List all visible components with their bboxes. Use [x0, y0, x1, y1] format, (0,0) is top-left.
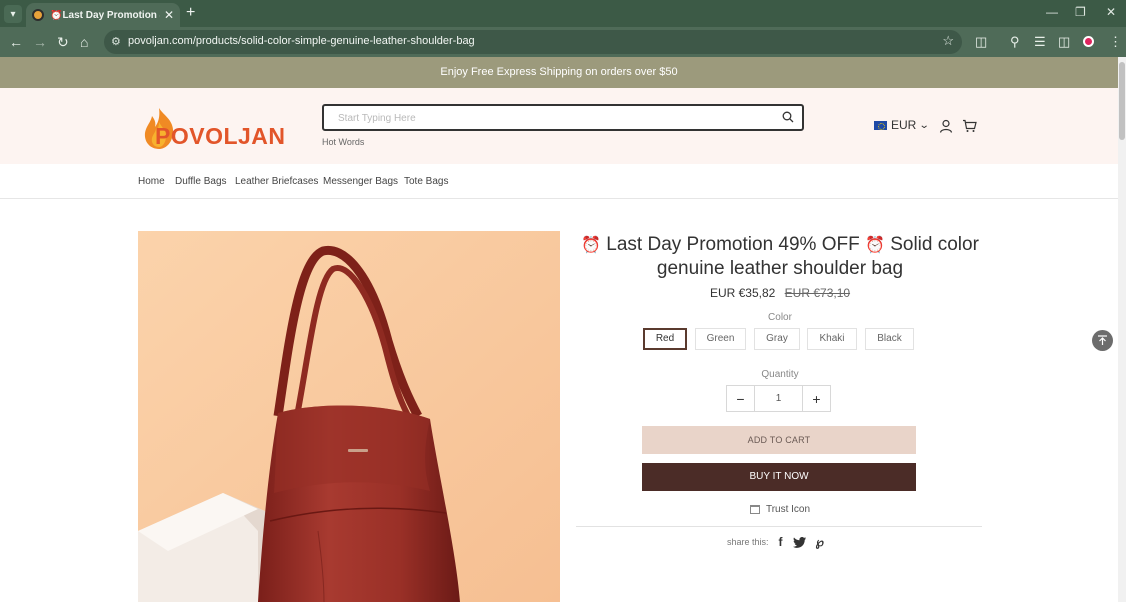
share-row: share this: f ℘ [727, 535, 824, 549]
back-icon[interactable]: ← [9, 34, 23, 50]
color-option-khaki[interactable]: Khaki [807, 328, 857, 350]
tab-list-icon[interactable]: ▾ [4, 5, 22, 23]
nav-messenger-bags[interactable]: Messenger Bags [323, 176, 398, 187]
search-input[interactable] [338, 110, 758, 127]
home-icon[interactable]: ⌂ [80, 34, 88, 50]
nav-tote-bags[interactable]: Tote Bags [404, 176, 448, 187]
color-option-red[interactable]: Red [643, 328, 687, 350]
close-tab-icon[interactable]: ✕ [164, 8, 174, 22]
restore-icon[interactable]: ❐ [1075, 5, 1086, 19]
browser-tab[interactable]: ⏰Last Day Promotion 49% O ✕ [26, 3, 180, 27]
alarm-clock-icon: ⏰ [581, 237, 601, 254]
calendar-icon [749, 504, 760, 514]
close-window-icon[interactable]: ✕ [1106, 5, 1116, 19]
account-icon[interactable] [939, 119, 953, 133]
color-label: Color [768, 312, 792, 323]
currency-selector[interactable]: EUR ⌄ [874, 118, 930, 132]
pinterest-icon[interactable]: ℘ [816, 535, 824, 549]
facebook-icon[interactable]: f [779, 535, 783, 549]
chevron-down-icon: ⌄ [919, 119, 930, 131]
product-title-line2: genuine leather shoulder bag [656, 258, 904, 279]
alarm-clock-icon: ⏰ [865, 237, 885, 254]
color-option-gray[interactable]: Gray [754, 328, 800, 350]
back-to-top-button[interactable] [1092, 330, 1113, 351]
sale-price: EUR €35,82 [709, 286, 776, 300]
eu-flag-icon [874, 120, 887, 130]
address-bar[interactable]: ⚙ povoljan.com/products/solid-color-simp… [104, 30, 962, 54]
quantity-label: Quantity [761, 369, 799, 380]
quantity-increase-button[interactable]: + [803, 386, 830, 411]
reload-icon[interactable]: ↻ [57, 34, 69, 51]
store-logo[interactable]: POVOLJAN [138, 106, 285, 150]
search-icon[interactable] [782, 111, 794, 123]
logo-wordmark: POVOLJAN [155, 123, 286, 149]
product-title: ⏰ Last Day Promotion 49% OFF ⏰ Solid col… [578, 233, 982, 280]
announcement-bar: Enjoy Free Express Shipping on orders ov… [0, 57, 1118, 88]
scrollbar-thumb[interactable] [1119, 62, 1125, 140]
product-title-line1: Last Day Promotion 49% OFF [601, 234, 865, 255]
nav-home[interactable]: Home [138, 176, 165, 187]
main-navigation: Home Duffle Bags Leather Briefcases Mess… [0, 164, 1118, 199]
quantity-value[interactable]: 1 [754, 386, 803, 411]
browser-menu-icon[interactable]: ⋮ [1109, 34, 1122, 50]
labs-flask-icon[interactable]: ⚲ [1010, 34, 1020, 50]
twitter-icon[interactable] [792, 536, 806, 548]
bookmark-star-icon[interactable]: ☆ [942, 33, 954, 49]
arrow-up-icon [1098, 335, 1107, 345]
original-price: EUR €73,10 [784, 286, 851, 300]
site-header: POVOLJAN Hot Words EUR ⌄ [0, 88, 1118, 164]
browser-toolbar: ← → ↻ ⌂ ⚙ povoljan.com/products/solid-co… [0, 27, 1126, 57]
profile-avatar-icon[interactable] [1083, 36, 1094, 47]
color-option-green[interactable]: Green [695, 328, 746, 350]
trust-label: Trust Icon [765, 504, 811, 515]
tab-title: ⏰Last Day Promotion 49% O [50, 9, 160, 21]
url-text[interactable]: povoljan.com/products/solid-color-simple… [128, 35, 475, 47]
currency-label: EUR [891, 118, 917, 132]
new-tab-icon[interactable]: + [186, 4, 195, 22]
side-panel-icon[interactable]: ◫ [1058, 34, 1070, 50]
quantity-stepper: − 1 + [726, 385, 831, 412]
media-queue-icon[interactable]: ☰ [1034, 34, 1046, 50]
site-favicon-icon [32, 9, 44, 21]
extensions-icon[interactable]: ◫ [975, 34, 987, 50]
trust-badge: Trust Icon [578, 504, 982, 515]
color-option-black[interactable]: Black [865, 328, 914, 350]
share-label: share this: [727, 537, 769, 547]
product-title-line1-suffix: Solid color [884, 234, 979, 255]
cart-icon[interactable] [962, 119, 977, 133]
search-box[interactable] [322, 104, 804, 131]
leather-bag-illustration [138, 231, 560, 602]
price-block: EUR €35,82 EUR €73,10 [578, 286, 982, 300]
quantity-decrease-button[interactable]: − [727, 386, 754, 411]
minimize-icon[interactable]: — [1046, 5, 1058, 19]
add-to-cart-button[interactable]: ADD TO CART [642, 426, 916, 454]
forward-icon[interactable]: → [33, 34, 47, 50]
browser-tab-bar: ▾ ⏰Last Day Promotion 49% O ✕ + — ❐ ✕ [0, 0, 1126, 27]
site-info-icon[interactable]: ⚙ [111, 35, 121, 48]
nav-duffle-bags[interactable]: Duffle Bags [175, 176, 227, 187]
divider [576, 526, 982, 527]
buy-it-now-button[interactable]: BUY IT NOW [642, 463, 916, 491]
product-image[interactable] [138, 231, 560, 602]
nav-leather-briefcases[interactable]: Leather Briefcases [235, 176, 318, 187]
hot-words-label: Hot Words [322, 137, 365, 147]
